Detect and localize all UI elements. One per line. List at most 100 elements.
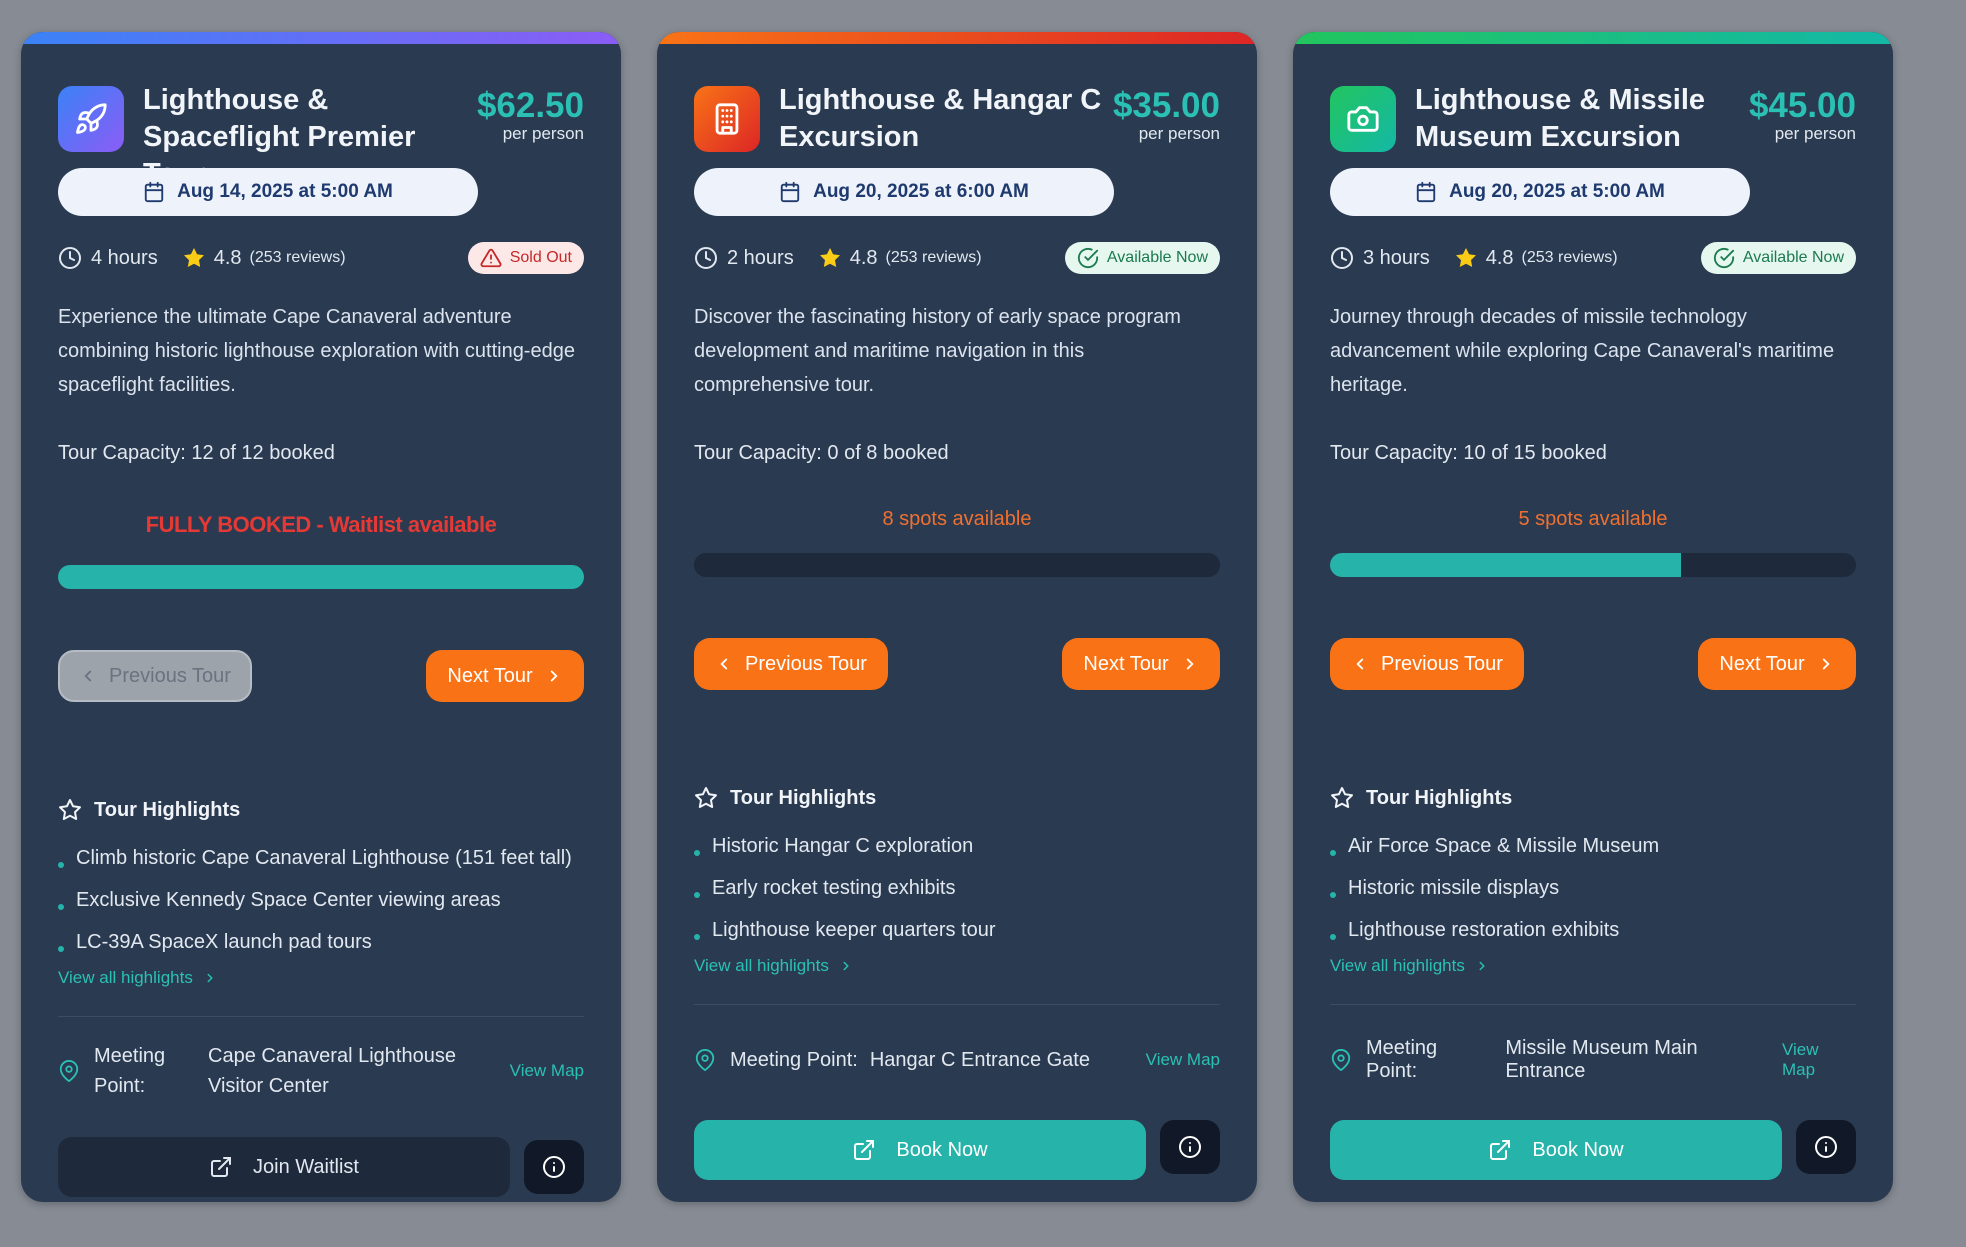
tour-card: Lighthouse & Hangar C Excursion $35.00 p… xyxy=(657,32,1257,1202)
highlight-text: Lighthouse restoration exhibits xyxy=(1348,918,1620,941)
rating: 4.8 (253 reviews) xyxy=(1454,246,1618,270)
tour-price: $45.00 xyxy=(1748,86,1856,125)
status-badge-text: Sold Out xyxy=(509,249,572,266)
calendar-icon xyxy=(1415,181,1437,203)
view-all-highlights-link[interactable]: View all highlights xyxy=(58,968,217,988)
chevron-right-icon xyxy=(1817,655,1835,673)
tour-date-pill[interactable]: Aug 20, 2025 at 6:00 AM xyxy=(694,168,1114,216)
highlight-item: Exclusive Kennedy Space Center viewing a… xyxy=(58,879,584,921)
review-count: (253 reviews) xyxy=(249,249,346,266)
info-button[interactable] xyxy=(1160,1120,1220,1174)
capacity-progress-bar xyxy=(58,565,584,589)
highlights-list: Air Force Space & Missile Museum Histori… xyxy=(1330,825,1856,951)
star-icon xyxy=(818,246,842,270)
info-icon xyxy=(1814,1135,1838,1159)
star-outline-icon xyxy=(694,786,718,810)
highlight-item: Lighthouse restoration exhibits xyxy=(1330,909,1856,951)
meeting-point-label: Meeting Point: xyxy=(94,1045,166,1097)
capacity-progress-bar xyxy=(1330,553,1856,577)
bullet-icon xyxy=(1330,850,1336,856)
join-waitlist-button[interactable]: Join Waitlist xyxy=(58,1137,510,1197)
highlights-heading: Tour Highlights xyxy=(1330,786,1512,810)
meeting-point: Meeting Point: Cape Canaveral Lighthouse… xyxy=(58,1040,584,1102)
tour-date: Aug 14, 2025 at 5:00 AM xyxy=(177,181,393,202)
view-all-highlights-link[interactable]: View all highlights xyxy=(694,956,853,976)
tour-date-pill[interactable]: Aug 14, 2025 at 5:00 AM xyxy=(58,168,478,216)
bullet-icon xyxy=(1330,934,1336,940)
highlights-list: Historic Hangar C exploration Early rock… xyxy=(694,825,1220,951)
next-tour-button[interactable]: Next Tour xyxy=(1062,638,1220,690)
star-icon xyxy=(182,246,206,270)
tour-date: Aug 20, 2025 at 5:00 AM xyxy=(1449,181,1665,202)
highlight-item: Early rocket testing exhibits xyxy=(694,867,1220,909)
highlights-title: Tour Highlights xyxy=(730,786,877,809)
view-all-highlights-link[interactable]: View all highlights xyxy=(1330,956,1489,976)
clock-icon xyxy=(694,246,718,270)
tour-price: $62.50 xyxy=(476,86,584,125)
rating-value: 4.8 xyxy=(849,246,878,269)
view-map-link[interactable]: View Map xyxy=(510,1061,584,1081)
view-all-label: View all highlights xyxy=(58,968,193,987)
map-pin-icon xyxy=(1330,1049,1352,1071)
status-badge: Sold Out xyxy=(467,242,584,274)
alert-triangle-icon xyxy=(480,247,502,269)
view-map-link[interactable]: View Map xyxy=(1782,1040,1856,1080)
price-unit: per person xyxy=(1774,124,1856,143)
rating: 4.8 (253 reviews) xyxy=(182,246,346,270)
availability-text: 8 spots available xyxy=(882,508,1032,530)
bullet-icon xyxy=(58,946,64,952)
highlight-item: Lighthouse keeper quarters tour xyxy=(694,909,1220,951)
building-icon xyxy=(694,86,760,152)
bullet-icon xyxy=(58,862,64,868)
tour-card: Lighthouse & Spaceflight Premier Tour $6… xyxy=(21,32,621,1202)
previous-tour-button[interactable]: Previous Tour xyxy=(58,650,252,702)
chevron-left-icon xyxy=(79,667,97,685)
duration: 2 hours xyxy=(694,246,794,270)
previous-tour-button[interactable]: Previous Tour xyxy=(694,638,888,690)
star-outline-icon xyxy=(1330,786,1354,810)
info-button[interactable] xyxy=(1796,1120,1856,1174)
next-tour-button[interactable]: Next Tour xyxy=(1698,638,1856,690)
book-now-button[interactable]: Book Now xyxy=(694,1120,1146,1180)
book-now-button[interactable]: Book Now xyxy=(1330,1120,1782,1180)
check-circle-icon xyxy=(1713,247,1735,269)
next-tour-button[interactable]: Next Tour xyxy=(426,650,584,702)
previous-tour-button[interactable]: Previous Tour xyxy=(1330,638,1524,690)
info-icon xyxy=(1178,1135,1202,1159)
bullet-icon xyxy=(1330,892,1336,898)
review-count: (253 reviews) xyxy=(885,249,982,266)
highlight-text: Climb historic Cape Canaveral Lighthouse… xyxy=(76,846,572,869)
highlight-item: Historic Hangar C exploration xyxy=(694,825,1220,867)
tour-title: Lighthouse & Hangar C Excursion xyxy=(779,84,1102,153)
cta-label: Join Waitlist xyxy=(253,1155,359,1178)
next-tour-label: Next Tour xyxy=(1083,652,1169,675)
external-link-icon xyxy=(209,1155,233,1179)
bullet-icon xyxy=(694,934,700,940)
tour-capacity: Tour Capacity: 10 of 15 booked xyxy=(1330,442,1607,464)
highlight-text: Historic missile displays xyxy=(1348,876,1560,899)
tour-date-pill[interactable]: Aug 20, 2025 at 5:00 AM xyxy=(1330,168,1750,216)
calendar-icon xyxy=(779,181,801,203)
divider xyxy=(58,1016,584,1017)
chevron-left-icon xyxy=(715,655,733,673)
rating-value: 4.8 xyxy=(213,246,242,269)
external-link-icon xyxy=(1488,1138,1512,1162)
meeting-point-value: Missile Museum Main Entrance xyxy=(1505,1037,1698,1082)
meeting-point: Meeting Point: Hangar C Entrance Gate Vi… xyxy=(694,1040,1220,1080)
availability-text: FULLY BOOKED - Waitlist available xyxy=(145,512,497,537)
view-map-link[interactable]: View Map xyxy=(1146,1050,1220,1070)
meeting-point: Meeting Point: Missile Museum Main Entra… xyxy=(1330,1037,1856,1082)
rating-value: 4.8 xyxy=(1485,246,1514,269)
chevron-right-icon xyxy=(203,971,217,985)
highlight-text: Air Force Space & Missile Museum xyxy=(1348,834,1660,857)
clock-icon xyxy=(1330,246,1354,270)
chevron-right-icon xyxy=(1181,655,1199,673)
calendar-icon xyxy=(143,181,165,203)
tour-description: Journey through decades of missile techn… xyxy=(1330,306,1835,396)
info-button[interactable] xyxy=(524,1140,584,1194)
view-all-label: View all highlights xyxy=(1330,956,1465,975)
highlights-heading: Tour Highlights xyxy=(694,786,876,810)
cta-label: Book Now xyxy=(1532,1138,1624,1161)
previous-tour-label: Previous Tour xyxy=(745,652,867,675)
cta-label: Book Now xyxy=(896,1138,988,1161)
